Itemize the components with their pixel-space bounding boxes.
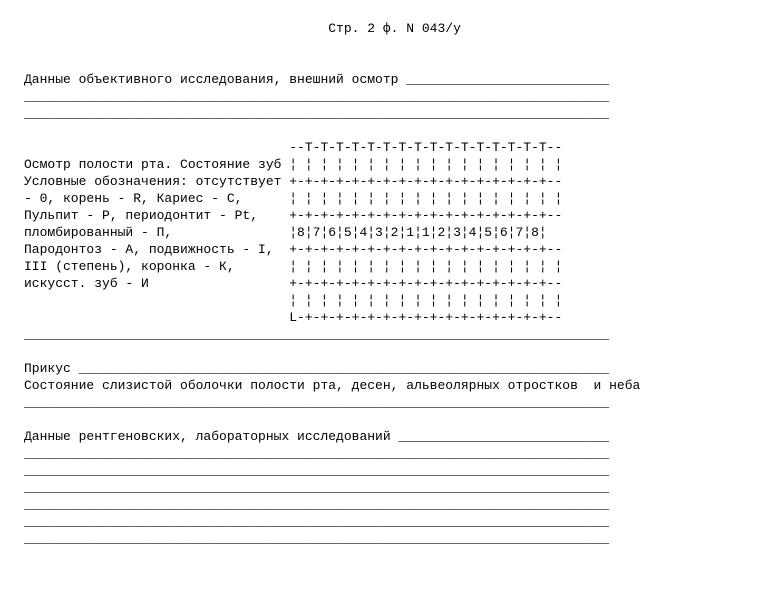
dental-card-page: Стр. 2 ф. N 043/у Данные объективного ис… [0, 0, 760, 567]
